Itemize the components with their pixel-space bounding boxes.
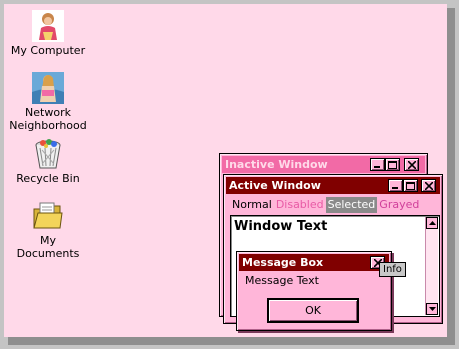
minimize-button[interactable] [388,179,403,192]
menu-item-grayed: Grayed [379,198,420,211]
maximize-button[interactable] [403,179,418,192]
maximize-button[interactable] [385,158,400,171]
desktop-icon-label: My Computer [10,44,86,57]
menu-item-disabled: Disabled [275,198,324,211]
arrow-up-icon [428,221,436,225]
ok-button[interactable]: OK [268,299,358,322]
menu-bar: Normal Disabled Selected Grayed [230,197,421,213]
message-box-title: Message Box [242,256,324,269]
desktop-icon-label: Neighborhood [9,119,87,132]
desktop-icon-my-computer[interactable]: My Computer [8,10,88,57]
minimize-icon [392,187,398,189]
inactive-window-title: Inactive Window [225,158,328,171]
arrow-down-icon [428,307,436,311]
message-box[interactable]: Message Box Message Text OK [236,251,392,331]
window-text: Window Text [234,219,328,234]
desktop-icon-recycle-bin[interactable]: Recycle Bin [8,138,88,185]
message-box-titlebar[interactable]: Message Box [239,254,389,271]
desktop-frame-shadow [447,8,455,341]
vertical-scrollbar[interactable] [425,217,438,315]
desktop-icon-label: Network [25,106,71,119]
desktop-frame-shadow [8,337,455,345]
maximize-icon [388,160,397,169]
minimize-button[interactable] [370,158,385,171]
desktop-icon-my-documents[interactable]: My Documents [8,200,88,260]
close-icon [424,181,433,190]
desktop-icon-label: My Documents [16,234,80,260]
close-button[interactable] [404,158,419,171]
menu-item-normal[interactable]: Normal [230,197,274,213]
network-neighborhood-icon [32,72,64,104]
message-text: Message Text [245,274,319,287]
menu-item-selected[interactable]: Selected [325,197,378,213]
scroll-up-button[interactable] [426,217,438,229]
my-documents-icon [33,202,63,229]
recycle-bin-icon [35,139,61,169]
active-window-title: Active Window [229,179,321,192]
tooltip: Info [379,262,406,277]
close-icon [407,160,416,169]
my-computer-icon [32,10,64,42]
scroll-down-button[interactable] [426,303,438,315]
minimize-icon [374,166,380,168]
desktop-icon-label: Recycle Bin [16,172,80,185]
close-button[interactable] [421,179,436,192]
maximize-icon [406,181,415,190]
desktop-icon-network-neighborhood[interactable]: Network Neighborhood [8,72,88,132]
